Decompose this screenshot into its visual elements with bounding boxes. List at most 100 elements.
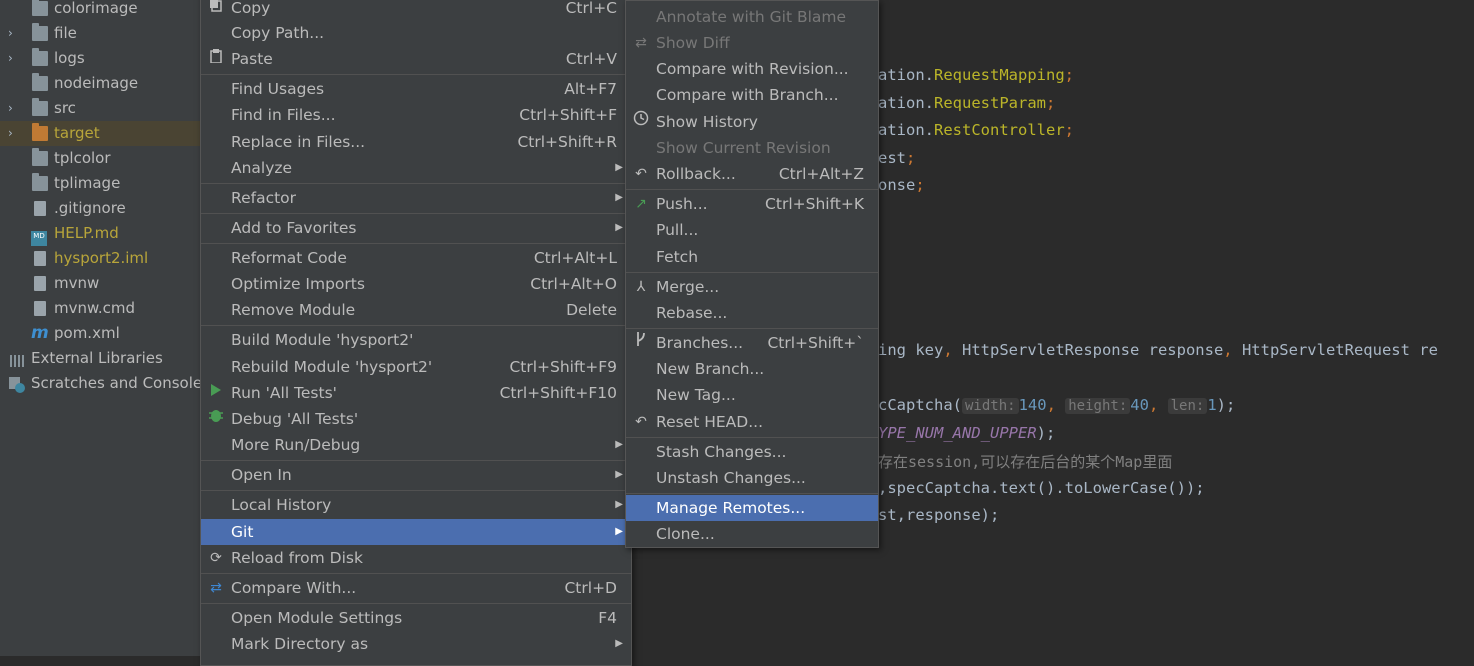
tree-item-tplimage[interactable]: tplimage [0,171,202,196]
menu-item-reset-head[interactable]: ↶ Reset HEAD... [626,409,878,435]
tree-item-label: External Libraries [31,349,163,367]
menu-item-local-history[interactable]: Local History ▶ [201,492,631,518]
menu-separator [626,272,878,273]
menu-item-merge[interactable]: ⅄ Merge... [626,274,878,300]
code-comment: 存在session,可以存在后台的某个Map里面 [878,453,1173,471]
tree-item-file[interactable]: › file [0,21,202,46]
push-icon: ↗ [635,196,647,212]
submenu-arrow-icon: ▶ [615,499,623,510]
menu-item-find-usages[interactable]: Find Usages Alt+F7 [201,76,631,102]
menu-item-git[interactable]: Git ▶ [201,519,631,545]
code-editor[interactable]: ation.RequestMapping; ation.RequestParam… [878,0,1474,656]
menu-separator [626,493,878,494]
menu-item-rebuild-module[interactable]: Rebuild Module 'hysport2' Ctrl+Shift+F9 [201,354,631,380]
menu-separator [626,437,878,438]
folder-icon [32,23,48,41]
menu-item-clone[interactable]: Clone... [626,521,878,547]
submenu-arrow-icon: ▶ [615,439,623,450]
code-line: ation.RequestMapping; [878,66,1074,84]
menu-item-find-in-files[interactable]: Find in Files... Ctrl+Shift+F [201,102,631,128]
menu-item-optimize-imports[interactable]: Optimize Imports Ctrl+Alt+O [201,271,631,297]
chevron-right-icon[interactable]: › [8,96,20,121]
file-icon [34,276,46,291]
menu-item-branches[interactable]: Branches... Ctrl+Shift+` [626,330,878,356]
reset-icon: ↶ [635,414,647,430]
menu-item-remove-module[interactable]: Remove Module Delete [201,297,631,323]
tree-item-iml[interactable]: hysport2.iml [0,246,202,271]
menu-item-replace-in-files[interactable]: Replace in Files... Ctrl+Shift+R [201,129,631,155]
menu-item-refactor[interactable]: Refactor ▶ [201,185,631,211]
tree-item-pom[interactable]: m pom.xml [0,321,202,346]
menu-item-reformat-code[interactable]: Reformat Code Ctrl+Alt+L [201,245,631,271]
menu-item-annotate-git-blame[interactable]: Annotate with Git Blame [626,4,878,30]
run-icon [207,380,225,406]
tree-item-mvnw-cmd[interactable]: mvnw.cmd [0,296,202,321]
code-line: ,specCaptcha.text().toLowerCase()); [878,479,1205,497]
menu-separator [201,183,631,184]
file-icon [34,201,46,216]
folder-icon [32,48,48,66]
tree-item-label: pom.xml [54,324,120,342]
menu-item-reload-from-disk[interactable]: ⟳ Reload from Disk [201,545,631,571]
library-icon [9,351,25,367]
menu-item-add-to-favorites[interactable]: Add to Favorites ▶ [201,215,631,241]
tree-item-logs[interactable]: › logs [0,46,202,71]
menu-item-manage-remotes[interactable]: Manage Remotes... [626,495,878,521]
menu-item-rebase[interactable]: Rebase... [626,300,878,326]
menu-item-build-module[interactable]: Build Module 'hysport2' [201,327,631,353]
menu-item-open-module-settings[interactable]: Open Module Settings F4 [201,605,631,631]
folder-icon [32,73,48,91]
tree-item-help-md[interactable]: MD HELP.md [0,221,202,246]
menu-item-paste[interactable]: Paste Ctrl+V [201,46,631,72]
menu-item-compare-with-branch[interactable]: Compare with Branch... [626,82,878,108]
paste-icon [207,46,225,72]
history-icon [632,109,650,135]
menu-separator [201,603,631,604]
param-hint: width: [962,398,1019,414]
menu-separator [201,213,631,214]
tree-item-mvnw[interactable]: mvnw [0,271,202,296]
tree-item-label: mvnw.cmd [54,299,136,317]
menu-item-more-run-debug[interactable]: More Run/Debug ▶ [201,432,631,458]
menu-item-pull[interactable]: Pull... [626,217,878,243]
menu-item-fetch[interactable]: Fetch [626,244,878,270]
tree-item-external-libraries[interactable]: External Libraries [0,346,202,371]
menu-item-push[interactable]: ↗ Push... Ctrl+Shift+K [626,191,878,217]
menu-item-unstash-changes[interactable]: Unstash Changes... [626,465,878,491]
chevron-right-icon[interactable]: › [8,46,20,71]
menu-item-debug-all-tests[interactable]: Debug 'All Tests' [201,406,631,432]
menu-item-mark-directory-as[interactable]: Mark Directory as ▶ [201,631,631,657]
tree-item-label: .gitignore [54,199,126,217]
menu-item-show-diff[interactable]: ⇄ Show Diff [626,30,878,56]
menu-item-compare-with-revision[interactable]: Compare with Revision... [626,56,878,82]
tree-item-src[interactable]: › src [0,96,202,121]
menu-item-copy-path[interactable]: Copy Path... [201,20,631,46]
tree-item-colorimage[interactable]: colorimage [0,0,202,21]
menu-item-stash-changes[interactable]: Stash Changes... [626,439,878,465]
menu-item-show-current-revision[interactable]: Show Current Revision [626,135,878,161]
tree-item-label: file [54,24,77,42]
menu-item-open-in[interactable]: Open In ▶ [201,462,631,488]
menu-item-rollback[interactable]: ↶ Rollback... Ctrl+Alt+Z [626,161,878,187]
tree-item-gitignore[interactable]: .gitignore [0,196,202,221]
chevron-right-icon[interactable]: › [8,121,20,146]
tree-item-label: mvnw [54,274,100,292]
tree-item-nodeimage[interactable]: nodeimage [0,71,202,96]
submenu-arrow-icon: ▶ [615,469,623,480]
menu-separator [201,74,631,75]
reload-icon: ⟳ [210,550,222,566]
menu-item-run-all-tests[interactable]: Run 'All Tests' Ctrl+Shift+F10 [201,380,631,406]
tree-item-scratches[interactable]: Scratches and Consoles [0,371,202,396]
markdown-file-icon: MD [31,231,47,246]
menu-item-new-tag[interactable]: New Tag... [626,382,878,408]
menu-item-new-branch[interactable]: New Branch... [626,356,878,382]
chevron-right-icon[interactable]: › [8,21,20,46]
menu-item-compare-with[interactable]: ⇄ Compare With... Ctrl+D [201,575,631,601]
tree-item-tplcolor[interactable]: tplcolor [0,146,202,171]
menu-item-analyze[interactable]: Analyze ▶ [201,155,631,181]
menu-item-copy[interactable]: Copy Ctrl+C [201,0,631,21]
copy-icon [207,0,225,21]
code-line: est; [878,149,916,167]
menu-item-show-history[interactable]: Show History [626,109,878,135]
tree-item-target[interactable]: › target [0,121,202,146]
